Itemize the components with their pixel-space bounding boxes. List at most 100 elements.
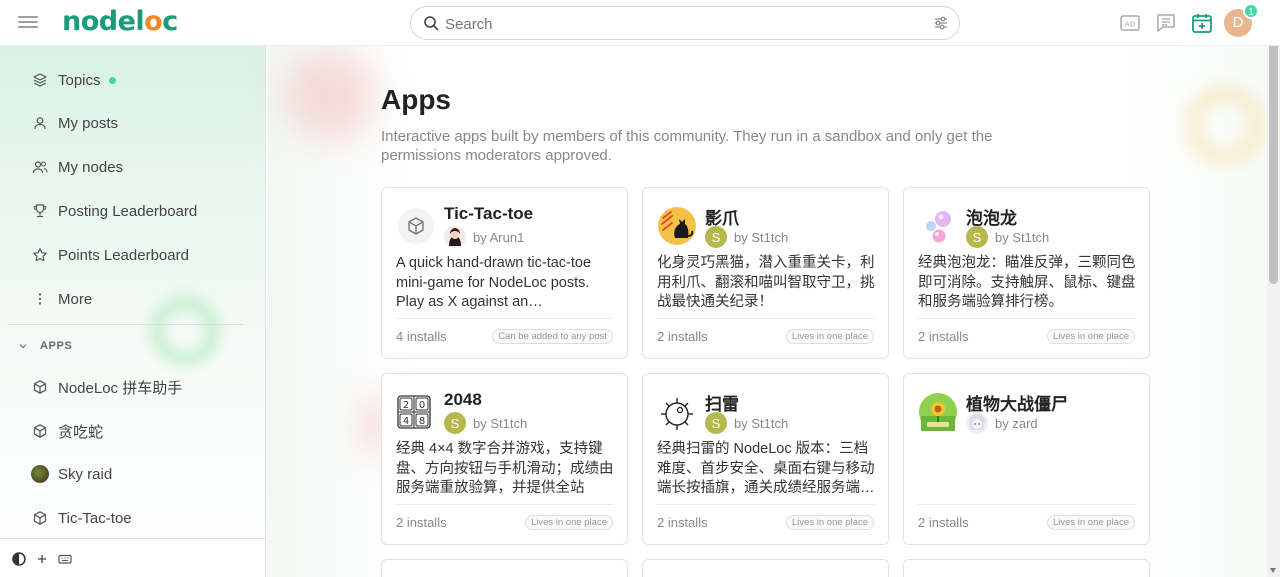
search-icon [424,16,439,31]
ad-icon[interactable]: AD [1118,11,1142,35]
placement-tag: Lives in one place [524,515,613,530]
scrollbar-thumb[interactable] [1269,16,1278,284]
install-count: 2 installs [657,515,708,530]
page-scrollbar[interactable] [1267,0,1280,577]
black-cat-icon [657,206,697,246]
sidebar-item-more[interactable]: More [18,281,248,317]
app-card-description: A quick hand-drawn tic-tac-toe mini-game… [396,255,592,310]
install-count: 2 installs [657,329,708,344]
star-icon [30,245,50,265]
sidebar-app-tic-tac-toe[interactable]: Tic-Tac-toe [18,500,248,536]
chat-icon[interactable] [1154,11,1178,35]
page-title: Apps [381,84,451,115]
sidebar-app-nodeloc-carpool[interactable]: NodeLoc 拼车助手 [18,369,248,405]
card-divider [396,504,614,505]
app-card-2048[interactable]: 2048 2048 S by St1tch 经典 4×4 数字合并游戏，支持键盘… [381,373,628,545]
sidebar-app-sky-raid[interactable]: Sky raid [18,456,248,492]
new-activity-dot [108,76,116,84]
grid-cell: 0 [419,400,425,411]
grid-cell: 4 [403,416,409,427]
sidebar-item-my-posts[interactable]: My posts [18,105,248,141]
app-card-shadow-claw[interactable]: 影爪 S by St1tch 化身灵巧黑猫，潜入重重关卡，利用利爪、翻滚和喵叫智… [642,187,889,359]
app-card-author[interactable]: S by St1tch [705,412,788,434]
mine-icon [657,392,697,432]
sidebar-item-posting-leaderboard[interactable]: Posting Leaderboard [18,193,248,229]
author-avatar [444,226,466,248]
install-count: 4 installs [396,329,447,344]
sunflower-icon [918,392,958,432]
search-input[interactable] [445,13,925,35]
placement-tag: Lives in one place [785,329,874,344]
app-card-author[interactable]: S by St1tch [705,226,788,248]
placement-tag: Lives in one place [785,515,874,530]
top-header: nodeloc AD D 1 [0,0,1280,46]
sidebar-app-snake[interactable]: 贪吃蛇 [18,413,248,449]
layers-icon [30,70,50,90]
author-avatar: S [444,412,466,434]
site-logo[interactable]: nodeloc [62,6,178,37]
more-vertical-icon [30,289,50,309]
card-divider [918,504,1136,505]
sidebar-item-points-leaderboard[interactable]: Points Leaderboard [18,237,248,273]
search-box[interactable] [410,6,960,40]
app-card-author[interactable]: S by St1tch [444,412,527,434]
theme-toggle-icon[interactable] [11,551,27,567]
placement-tag: Lives in one place [1046,329,1135,344]
app-card-author[interactable]: by zard [966,412,1038,434]
cube-icon [30,421,50,441]
plus-icon[interactable] [34,551,50,567]
calendar-add-icon[interactable] [1190,11,1214,35]
app-card-author[interactable]: S by St1tch [966,226,1049,248]
card-divider [657,318,875,319]
install-count: 2 installs [918,515,969,530]
sidebar-divider [8,324,243,325]
app-card-title: 2048 [444,390,482,409]
page-description: Interactive apps built by members of thi… [381,128,993,164]
app-card[interactable] [903,559,1150,577]
grid-cell: 8 [419,416,425,427]
cube-icon [30,508,50,528]
author-avatar: S [705,226,727,248]
placement-tag: Can be added to any post [492,329,613,344]
app-card[interactable] [642,559,889,577]
grid-cell: 2 [403,400,409,411]
card-divider [396,318,614,319]
author-avatar: S [966,226,988,248]
sidebar-item-my-nodes[interactable]: My nodes [18,149,248,185]
trophy-icon [30,201,50,221]
number-grid-icon: 2048 [396,394,436,434]
app-card-author[interactable]: by Arun1 [444,226,524,248]
card-divider [918,318,1136,319]
app-card-tic-tac-toe[interactable]: Tic-Tac-toe by Arun1 A quick hand-drawn … [381,187,628,359]
sidebar-item-topics[interactable]: Topics [18,62,248,98]
filter-sliders-icon[interactable] [933,15,949,31]
app-card[interactable] [381,559,628,577]
install-count: 2 installs [396,515,447,530]
install-count: 2 installs [918,329,969,344]
keyboard-icon[interactable] [57,551,73,567]
bubbles-icon [918,206,958,246]
sidebar: Topics My posts My nodes Posting Leaderb… [0,46,266,577]
cube-icon [396,206,436,246]
app-card-minesweeper[interactable]: 扫雷 S by St1tch 经典扫雷的 NodeLoc 版本：三档难度、首步安… [642,373,889,545]
app-avatar [31,465,49,483]
scroll-down-arrow-icon[interactable] [1270,568,1276,573]
app-card-description: 经典扫雷的 NodeLoc 版本：三档难度、首步安全、桌面右键与移动端长按插旗，… [657,441,875,496]
author-avatar: S [705,412,727,434]
notification-badge: 1 [1243,3,1259,19]
apps-section-toggle[interactable]: APPS [18,340,72,352]
app-card-plants-vs-zombies[interactable]: 植物大战僵尸 by zard 2 installs Lives in one p… [903,373,1150,545]
sidebar-footer [0,538,265,577]
placement-tag: Lives in one place [1046,515,1135,530]
app-card-description: 经典泡泡龙：瞄准反弹，三颗同色即可消除。支持触屏、鼠标、键盘和服务端验算排行榜。 [918,255,1136,310]
user-icon [30,113,50,133]
app-card-title: Tic-Tac-toe [444,204,534,223]
app-card-bubble-dragon[interactable]: 泡泡龙 S by St1tch 经典泡泡龙：瞄准反弹，三颗同色即可消除。支持触屏… [903,187,1150,359]
users-icon [30,157,50,177]
author-avatar [966,412,988,434]
svg-text:AD: AD [1125,21,1135,29]
cube-icon [30,377,50,397]
menu-toggle-icon[interactable] [18,13,38,31]
app-card-description [918,440,1136,498]
app-card-description: 经典 4×4 数字合并游戏，支持键盘、方向按钮与手机滑动；成绩由服务端重放验算，… [396,441,614,496]
